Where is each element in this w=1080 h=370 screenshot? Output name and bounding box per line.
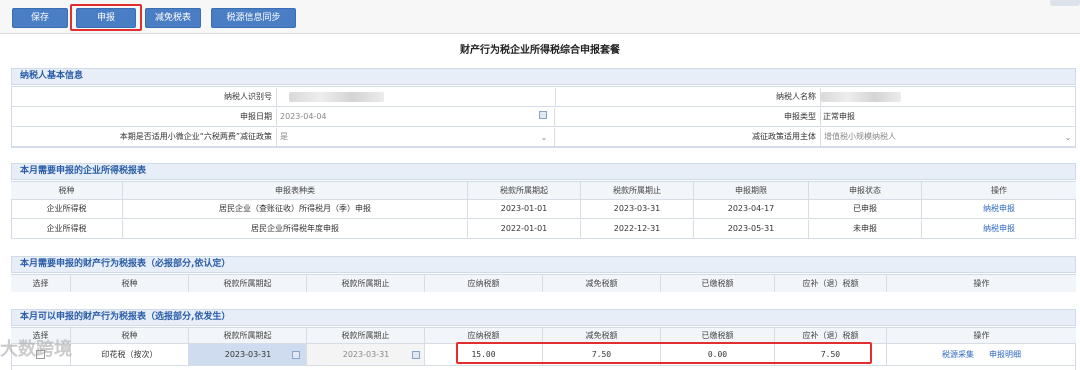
taxpayer-row-1: 纳税人识别号 纳税人名称 <box>11 88 1076 107</box>
declare-button-highlight <box>70 4 142 31</box>
corner-tab <box>1050 0 1080 6</box>
column-header: 已缴税额 <box>661 275 775 292</box>
deadline-cell: 2023-05-31 <box>694 220 809 238</box>
amounts-highlight <box>456 342 872 364</box>
six-tax-policy-cell: 是 ⌄ <box>277 128 555 146</box>
form-type-cell: 居民企业（查账征收）所得税月（季）申报 <box>123 200 468 218</box>
tax-type-cell: 企业所得税 <box>11 200 123 218</box>
deadline-cell: 2023-04-17 <box>694 200 809 218</box>
tax-declare-link[interactable]: 纳税申报 <box>983 204 1015 213</box>
period-start-cell: 2023-03-31 <box>189 344 307 365</box>
chevron-down-icon[interactable]: ⌄ <box>1063 129 1073 146</box>
declare-type-label: 申报类型 <box>555 108 821 126</box>
taxpayer-id-redacted <box>289 92 384 102</box>
taxpayer-section-header: 纳税人基本信息 <box>11 68 1076 85</box>
column-header: 税款所属期起 <box>468 182 581 199</box>
column-header: 应纳税额 <box>425 328 543 343</box>
optional-property-tax-header: 本月可以申报的财产行为税报表（选报部分,依发生） <box>11 309 1076 326</box>
income-tax-section-header: 本月需要申报的企业所得税报表 <box>11 163 1076 180</box>
column-header: 税种 <box>11 182 123 199</box>
column-header: 减免税额 <box>543 275 661 292</box>
taxpayer-row-2: 申报日期 2023-04-04 申报类型 正常申报 <box>11 108 1076 127</box>
period-end-input[interactable]: 2023-03-31 <box>307 344 424 365</box>
table-row: 企业所得税 居民企业（查账征收）所得税月（季）申报 2023-01-01 202… <box>11 200 1076 219</box>
status-cell: 未申报 <box>809 220 922 238</box>
column-header: 应补（退）税额 <box>775 328 887 343</box>
income-tax-header-row: 税种 申报表种类 税款所属期起 税款所属期止 申报期限 申报状态 操作 <box>11 182 1076 200</box>
declare-date-cell: 2023-04-04 <box>277 108 555 126</box>
column-header: 选择 <box>11 275 71 292</box>
column-header: 税款所属期止 <box>581 182 694 199</box>
chevron-down-icon[interactable]: ⌄ <box>539 129 549 146</box>
policy-subject-label: 减征政策适用主体 <box>555 128 821 146</box>
declare-date-label: 申报日期 <box>11 108 277 126</box>
period-start-cell: 2023-01-01 <box>468 200 581 218</box>
required-header-row: 选择 税种 税款所属期起 税款所属期止 应纳税额 减免税额 已缴税额 应补（退）… <box>11 275 1076 292</box>
status-cell: 已申报 <box>809 200 922 218</box>
column-header: 减免税额 <box>543 328 661 343</box>
taxpayer-name-label: 纳税人名称 <box>555 88 821 106</box>
column-header: 税种 <box>71 275 189 292</box>
column-header: 操作 <box>991 186 1007 195</box>
action-cell: 纳税申报 <box>922 220 1076 238</box>
taxpayer-name-redacted <box>821 92 901 102</box>
column-header: 操作 <box>973 331 990 340</box>
column-header: 税种 <box>71 328 189 343</box>
policy-subject-select[interactable]: 增值税小规模纳税人 <box>821 130 1071 145</box>
calendar-icon[interactable] <box>292 351 300 359</box>
toolbar: 保存 申报 减免税表 税源信息同步 <box>0 0 1080 34</box>
tax-declare-link[interactable]: 纳税申报 <box>983 224 1015 233</box>
tax-source-sync-button[interactable]: 税源信息同步 <box>211 8 296 28</box>
column-header: 应纳税额 <box>425 275 543 292</box>
watermark: 大数跨境 <box>0 339 72 360</box>
column-header: 申报表种类 <box>123 182 468 199</box>
period-end-cell: 2022-12-31 <box>581 220 694 238</box>
policy-subject-cell: 增值税小规模纳税人 ⌄ <box>821 128 1076 146</box>
tax-source-collect-link[interactable]: 税源采集 <box>942 350 974 359</box>
period-end-cell: 2023-03-31 <box>581 200 694 218</box>
six-tax-policy-select[interactable]: 是 <box>277 130 552 145</box>
declare-type-value: 正常申报 <box>823 112 855 121</box>
period-end-cell: 2023-03-31 <box>307 344 425 365</box>
column-header: 已缴税额 <box>661 328 775 343</box>
column-header: 应补（退）税额 <box>775 275 887 292</box>
calendar-icon[interactable] <box>539 111 547 119</box>
tax-type-cell: 印花税（按次） <box>71 344 189 365</box>
column-header: 申报状态 <box>809 182 922 199</box>
period-start-cell: 2022-01-01 <box>468 220 581 238</box>
calendar-icon[interactable] <box>412 351 420 359</box>
declare-detail-link[interactable]: 申报明细 <box>989 350 1021 359</box>
save-button[interactable]: 保存 <box>12 8 68 28</box>
form-type-cell: 居民企业所得税年度申报 <box>123 220 468 238</box>
tax-exemption-button[interactable]: 减免税表 <box>145 8 201 28</box>
column-header: 税款所属期止 <box>307 328 425 343</box>
six-tax-policy-label: 本期是否适用小微企业“六税两费”减征政策 <box>11 128 277 146</box>
tax-type-cell: 企业所得税 <box>11 220 123 238</box>
column-header: 税款所属期止 <box>307 275 425 292</box>
taxpayer-row-3: 本期是否适用小微企业“六税两费”减征政策 是 ⌄ 减征政策适用主体 增值税小规模… <box>11 128 1076 147</box>
page-title: 财产行为税企业所得税综合申报套餐 <box>460 45 620 56</box>
column-header: 申报期限 <box>694 182 809 199</box>
action-cell: 纳税申报 <box>922 200 1076 218</box>
action-cell: 税源采集 申报明细 <box>887 344 1076 365</box>
declare-date-input[interactable]: 2023-04-04 <box>277 110 552 125</box>
taxpayer-name-value <box>821 88 1076 106</box>
taxpayer-id-label: 纳税人识别号 <box>11 88 277 106</box>
table-row: 企业所得税 居民企业所得税年度申报 2022-01-01 2022-12-31 … <box>11 220 1076 239</box>
required-property-tax-header: 本月需要申报的财产行为税报表（必报部分,依认定） <box>11 256 1076 273</box>
column-header: 税款所属期起 <box>189 328 307 343</box>
period-start-input[interactable]: 2023-03-31 <box>189 344 306 365</box>
column-header: 税款所属期起 <box>189 275 307 292</box>
column-header: 操作 <box>973 279 990 288</box>
